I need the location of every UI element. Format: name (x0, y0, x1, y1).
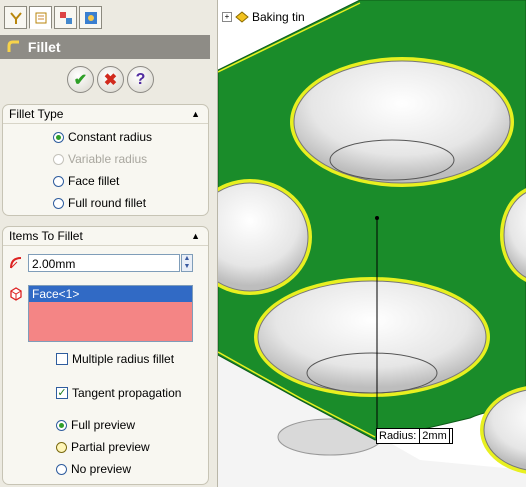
tree-label: Baking tin (252, 10, 305, 24)
radius-input[interactable]: 2.00mm (28, 254, 180, 272)
spin-up-icon[interactable]: ▲ (182, 255, 192, 263)
radio-constant-radius[interactable]: Constant radius (53, 126, 208, 148)
radio-label: Full round fillet (68, 196, 147, 210)
radio-variable-radius: Variable radius (53, 148, 208, 170)
display-manager-tab[interactable] (79, 6, 102, 29)
radio-dot-icon (56, 441, 67, 453)
list-item[interactable]: Face<1> (29, 286, 192, 302)
radius-spinner[interactable]: ▲ ▼ (181, 254, 193, 272)
ok-icon: ✔ (73, 71, 88, 89)
help-icon: ? (135, 70, 146, 88)
tangent-propagation-checkbox[interactable]: ✓ Tangent propagation (56, 386, 181, 400)
radio-label: Constant radius (68, 130, 153, 144)
model-view[interactable] (218, 0, 526, 487)
radius-icon (10, 257, 22, 269)
collapse-caret-icon[interactable]: ▲ (191, 105, 200, 123)
cup-hole[interactable] (257, 280, 487, 394)
radio-dot-icon (53, 131, 64, 143)
check-mark-icon: ✓ (56, 387, 68, 399)
feature-tree-root[interactable]: + Baking tin (222, 10, 305, 24)
action-buttons: ✔ ✖ ? (67, 66, 154, 93)
cancel-button[interactable]: ✖ (97, 66, 124, 93)
callout-anchor (375, 216, 379, 220)
spin-down-icon[interactable]: ▼ (182, 263, 192, 271)
graphics-area[interactable] (218, 0, 526, 487)
radio-label: Face fillet (68, 174, 120, 188)
radio-no-preview[interactable]: No preview (56, 458, 150, 480)
radio-partial-preview[interactable]: Partial preview (56, 436, 150, 458)
selection-list[interactable]: Face<1> (28, 285, 193, 342)
configuration-manager-icon (59, 11, 72, 24)
feature-title-bar: Fillet (0, 35, 210, 59)
collapse-caret-icon[interactable]: ▲ (191, 227, 200, 245)
radio-dot-icon (56, 463, 67, 475)
checkbox-label: Multiple radius fillet (72, 352, 175, 366)
radio-label: No preview (71, 462, 132, 476)
radio-dot-icon (53, 197, 64, 209)
radio-label: Full preview (71, 418, 136, 432)
radio-dot-icon (56, 419, 67, 431)
fillet-type-title: Fillet Type (9, 107, 64, 121)
callout-value[interactable]: 2mm (419, 429, 450, 443)
face-selection-icon (10, 287, 22, 301)
fillet-type-group: Fillet Type ▲ Constant radius Variable r… (2, 104, 209, 216)
help-button[interactable]: ? (127, 66, 154, 93)
radio-label: Variable radius (68, 152, 148, 166)
radio-full-round-fillet[interactable]: Full round fillet (53, 192, 208, 214)
property-manager: Fillet ✔ ✖ ? Fillet Type ▲ Constant radi… (0, 0, 218, 487)
radio-full-preview[interactable]: Full preview (56, 414, 150, 436)
property-manager-tab[interactable] (29, 6, 52, 29)
multiple-radius-checkbox[interactable]: Multiple radius fillet (56, 352, 174, 366)
feature-manager-tab[interactable] (4, 6, 27, 29)
radio-dot-icon (53, 175, 64, 187)
display-manager-icon (84, 11, 97, 24)
fillet-icon (7, 40, 19, 52)
callout-label: Radius: (379, 430, 417, 442)
cancel-icon: ✖ (103, 71, 118, 89)
expand-icon[interactable]: + (222, 12, 232, 22)
part-icon (235, 11, 249, 23)
radio-label: Partial preview (71, 440, 150, 454)
feature-title: Fillet (27, 39, 61, 55)
property-manager-icon (35, 12, 46, 23)
items-to-fillet-header[interactable]: Items To Fillet ▲ (3, 227, 208, 246)
feature-manager-icon (9, 11, 22, 24)
manager-tabs (4, 6, 102, 32)
radio-dot-icon (53, 153, 64, 165)
checkbox-label: Tangent propagation (72, 386, 182, 400)
radio-face-fillet[interactable]: Face fillet (53, 170, 208, 192)
items-to-fillet-title: Items To Fillet (9, 229, 83, 243)
configuration-manager-tab[interactable] (54, 6, 77, 29)
radius-callout[interactable]: Radius: 2mm (376, 428, 453, 444)
fillet-type-header[interactable]: Fillet Type ▲ (3, 105, 208, 124)
ok-button[interactable]: ✔ (67, 66, 94, 93)
cup-hole[interactable] (293, 60, 511, 184)
checkbox-box (56, 353, 68, 365)
